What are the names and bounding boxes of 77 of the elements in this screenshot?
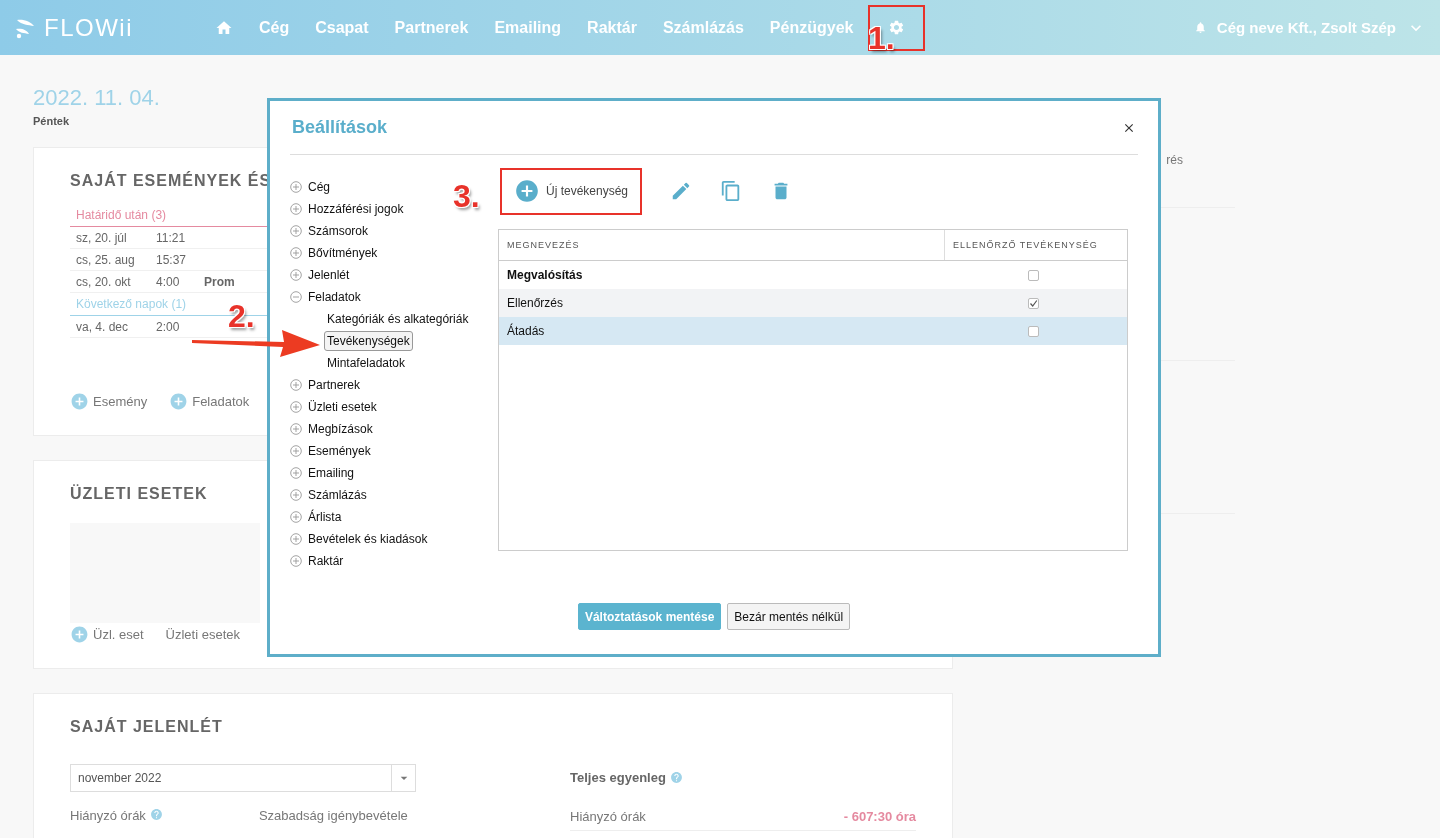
tree-item[interactable]: Számsorok <box>290 220 369 242</box>
expand-icon[interactable] <box>290 467 302 479</box>
expand-icon[interactable] <box>290 555 302 567</box>
tree-item[interactable]: Feladatok <box>290 286 361 308</box>
checkbox[interactable] <box>1028 297 1039 309</box>
dialog-title: Beállítások <box>292 117 388 138</box>
logo-text: FLOWii <box>44 13 133 42</box>
expand-icon[interactable] <box>290 247 302 259</box>
table-cell-text: Ellenőrzés <box>506 295 565 312</box>
balance-label: Hiányzó órák <box>570 809 646 824</box>
checkbox[interactable] <box>1028 269 1039 281</box>
tree-item[interactable]: Események <box>290 440 371 462</box>
table-cell-text: Átadás <box>506 322 546 340</box>
date: 2022. 11. 04. <box>33 87 160 109</box>
deals-link[interactable]: Üzleti esetek <box>165 627 240 642</box>
step-number: 1. <box>868 22 895 54</box>
table-row[interactable]: Ellenőrzés <box>499 289 1127 317</box>
expand-icon[interactable] <box>290 269 302 281</box>
tree-item[interactable]: Raktár <box>290 550 344 572</box>
expand-icon[interactable] <box>290 401 302 413</box>
expand-icon[interactable] <box>290 511 302 523</box>
expand-icon[interactable] <box>290 203 302 215</box>
add-link[interactable]: Esemény <box>70 392 148 411</box>
checkbox[interactable] <box>1028 325 1039 337</box>
expand-icon[interactable] <box>290 225 302 237</box>
expand-icon[interactable] <box>290 489 302 501</box>
tree-item[interactable]: Kategóriák és alkategóriák <box>324 309 472 329</box>
balance-value: - 607:30 óra <box>843 809 916 824</box>
tree-item[interactable]: Megbízások <box>290 418 373 440</box>
event-time: 15:37 <box>156 252 188 267</box>
month-select[interactable]: november 2022 <box>70 764 416 792</box>
balance-title: Teljes egyenleg <box>570 770 666 785</box>
event-day: cs, 20. okt <box>76 274 156 289</box>
add-link[interactable]: Üzl. eset <box>70 625 144 644</box>
collapse-icon[interactable] <box>290 291 302 303</box>
tree-item[interactable]: Mintafeladatok <box>324 353 409 373</box>
table-cell-text: Megvalósítás <box>506 267 584 284</box>
tree-item[interactable]: Bővítmények <box>290 242 378 264</box>
weekday: Péntek <box>33 115 71 127</box>
table-row[interactable]: Átadás <box>499 317 1127 345</box>
expand-icon[interactable] <box>290 533 302 545</box>
step-number: 3. <box>453 180 480 212</box>
cancel-button[interactable]: Bezár mentés nélkül <box>727 603 851 630</box>
missing-hours-label: Hiányzó órák <box>70 808 146 823</box>
settings-link[interactable] <box>868 4 926 51</box>
expand-icon[interactable] <box>290 181 302 193</box>
tree-item[interactable]: Partnerek <box>290 374 361 396</box>
side-text: rés <box>1166 153 1183 169</box>
expand-icon[interactable] <box>290 445 302 457</box>
help-icon[interactable] <box>669 771 683 784</box>
tree-item[interactable]: Árlista <box>290 506 342 528</box>
card-title: SAJÁT JELENLÉT <box>70 718 223 736</box>
event-time: 4:00 <box>156 274 181 289</box>
tree-item[interactable]: Hozzáférési jogok <box>290 198 404 220</box>
column-header: ELLENŐRZŐ TEVÉKENYSÉG <box>944 230 1127 260</box>
event-day: cs, 25. aug <box>76 252 156 267</box>
event-day: sz, 20. júl <box>76 230 156 245</box>
tree-item[interactable]: Cég <box>290 176 330 198</box>
tree-item[interactable]: Jelenlét <box>290 264 350 286</box>
tree-item[interactable]: Tevékenységek <box>324 331 413 351</box>
tree-item[interactable]: Bevételek és kiadások <box>290 528 428 550</box>
add-link[interactable]: Feladatok <box>169 392 250 411</box>
help-icon[interactable] <box>149 808 163 821</box>
bell-icon[interactable] <box>1193 21 1207 34</box>
event-day: va, 4. dec <box>76 319 156 334</box>
column-header: MEGNEVEZÉS <box>506 239 581 252</box>
tree-item[interactable]: Emailing <box>290 462 355 484</box>
event-title: Prom <box>204 274 235 289</box>
tree-item[interactable]: Számlázás <box>290 484 367 506</box>
event-time: 2:00 <box>156 319 181 334</box>
card-title: ÜZLETI ESETEK <box>70 485 208 503</box>
new-activity-button[interactable]: Új tevékenység <box>500 167 643 215</box>
tree-item[interactable]: Üzleti esetek <box>290 396 377 418</box>
leave-label: Szabadság igénybevétele <box>258 808 408 823</box>
expand-icon[interactable] <box>290 423 302 435</box>
expand-icon[interactable] <box>290 379 302 391</box>
event-time: 11:21 <box>156 230 187 245</box>
